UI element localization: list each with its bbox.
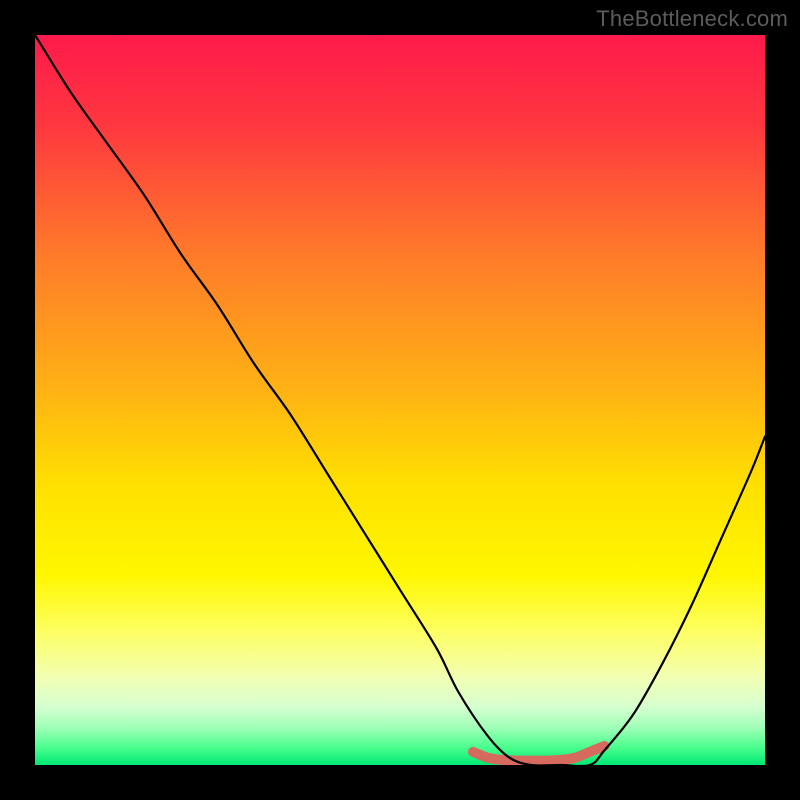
- attribution-link[interactable]: TheBottleneck.com: [596, 6, 788, 32]
- chart-frame: TheBottleneck.com: [0, 0, 800, 800]
- chart-svg: [35, 35, 765, 765]
- gradient-background: [35, 35, 765, 765]
- plot-area: [35, 35, 765, 765]
